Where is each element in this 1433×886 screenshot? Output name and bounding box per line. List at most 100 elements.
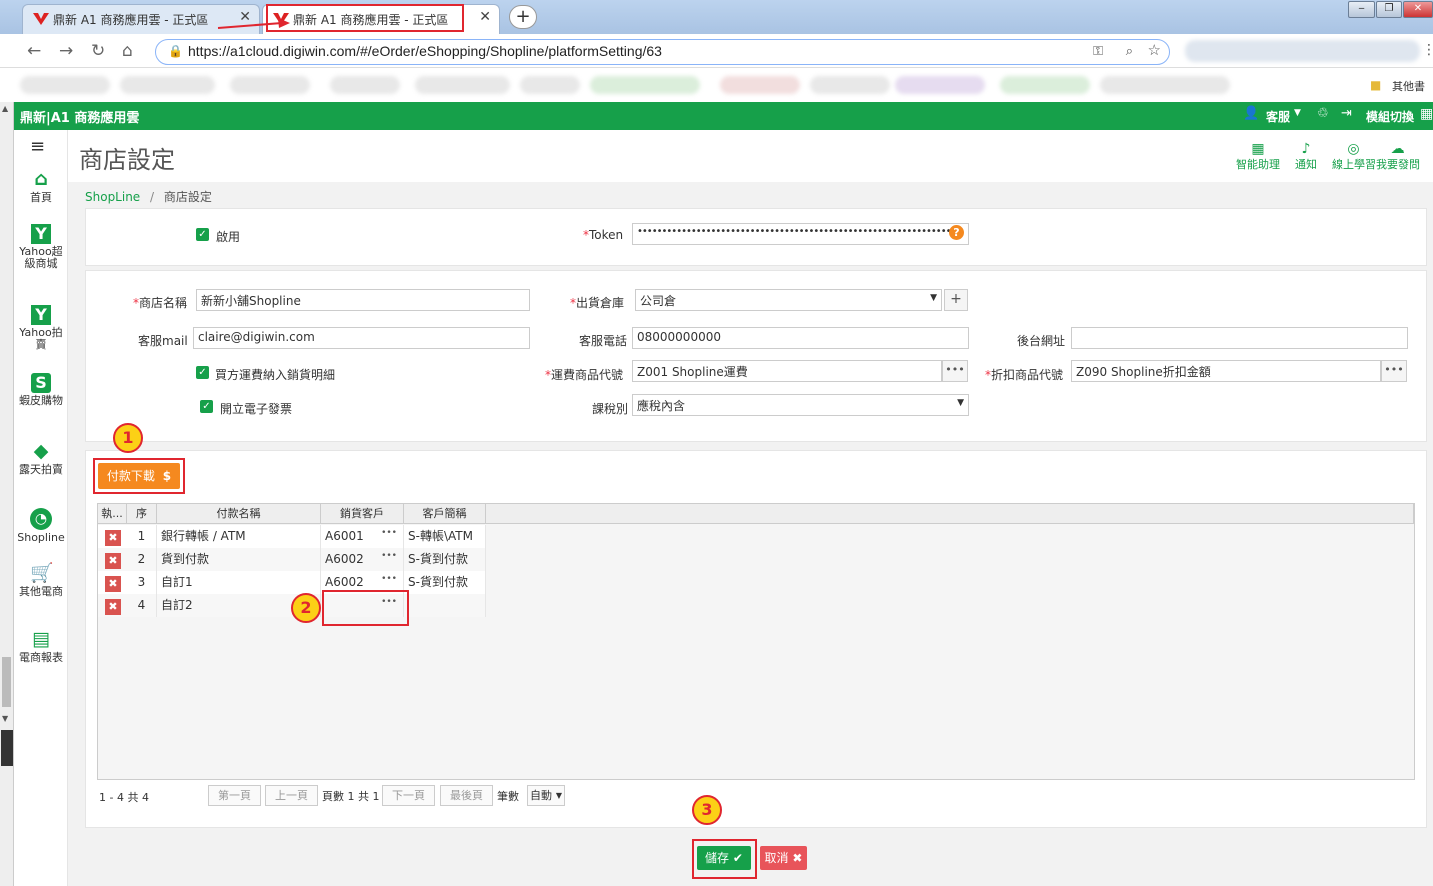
grid-apps-icon[interactable]: ▦ [1420, 106, 1433, 122]
prev-page-button[interactable]: 上一頁 [265, 785, 318, 806]
url-input[interactable]: 🔒 https://a1cloud.digiwin.com/#/eOrder/e… [155, 39, 1170, 65]
table-row[interactable]: ✖ 2 貨到付款 A6002 ••• S-貨到付款 [98, 548, 486, 571]
extension-icons[interactable] [1185, 40, 1420, 62]
lookup-icon[interactable]: ••• [381, 525, 397, 545]
next-page-button[interactable]: 下一頁 [382, 785, 435, 806]
bookmark-item[interactable] [230, 76, 310, 94]
delete-row-icon[interactable]: ✖ [105, 530, 121, 546]
delete-row-icon[interactable]: ✖ [105, 576, 121, 592]
bookmark-item[interactable] [720, 76, 800, 94]
bookmark-item[interactable] [1000, 76, 1090, 94]
cell-customer[interactable]: A6002 ••• [321, 548, 404, 571]
zoom-icon[interactable]: ⌕ [1126, 43, 1133, 59]
col-header-seq[interactable]: 序 [127, 504, 157, 524]
service-phone-input[interactable]: 08000000000 [632, 327, 969, 349]
sidebar-item-home[interactable]: ⌂ 首頁 [14, 168, 68, 204]
table-row[interactable]: ✖ 3 自訂1 A6002 ••• S-貨到付款 [98, 571, 486, 594]
sidebar-item-yahoo-mall[interactable]: Y Yahoo超級商城 [14, 224, 68, 270]
col-header-name[interactable]: 付款名稱 [157, 504, 321, 524]
breadcrumb-root[interactable]: ShopLine [85, 190, 140, 204]
invoice-checkbox[interactable]: ✓ [200, 400, 213, 413]
sidebar-item-other[interactable]: 🛒 其他電商 [14, 562, 68, 598]
bookmark-item[interactable] [120, 76, 215, 94]
bookmark-item[interactable] [20, 76, 110, 94]
sidebar-item-shopline[interactable]: ◔ Shopline [14, 508, 68, 544]
minimize-window-button[interactable]: ‒ [1348, 1, 1375, 18]
sidebar-item-ruten[interactable]: ◆ 露天拍賣 [14, 440, 68, 476]
sidebar-item-shopee[interactable]: S 蝦皮購物 [14, 373, 68, 407]
freight-code-lookup-button[interactable]: ••• [942, 360, 968, 382]
last-page-button[interactable]: 最後頁 [440, 785, 493, 806]
ruten-icon: ◆ [33, 440, 49, 462]
reload-icon[interactable]: ↻ [91, 41, 105, 61]
bookmark-item[interactable] [1100, 76, 1230, 94]
delete-row-icon[interactable]: ✖ [105, 599, 121, 615]
scroll-down-icon[interactable]: ▼ [2, 714, 8, 723]
module-switch[interactable]: 模組切換 [1366, 108, 1414, 125]
learning-button[interactable]: ◎ ☁ 線上學習我要發問 [1332, 142, 1420, 172]
save-button[interactable]: 儲存 ✔ [697, 846, 751, 870]
bookmark-item[interactable] [415, 76, 510, 94]
col-header-customer[interactable]: 銷貨客戶 [321, 504, 404, 524]
bookmark-item[interactable] [520, 76, 580, 94]
page-size-select[interactable]: 自動 ▼ [527, 785, 565, 806]
cell-short [404, 594, 486, 617]
add-warehouse-button[interactable]: + [944, 289, 968, 311]
scroll-thumb[interactable] [2, 657, 11, 707]
close-tab-icon[interactable]: ✕ [479, 9, 491, 25]
lookup-icon[interactable]: ••• [381, 548, 397, 568]
discount-code-lookup-button[interactable]: ••• [1381, 360, 1407, 382]
col-header-short[interactable]: 客戶簡稱 [404, 504, 486, 524]
enable-checkbox[interactable]: ✓ [196, 228, 209, 241]
payment-download-button[interactable]: 付款下載 $ [98, 463, 180, 489]
sidebar-item-report[interactable]: ▤ 電商報表 [14, 628, 68, 664]
home-browser-icon[interactable]: ⌂ [122, 41, 133, 61]
bell-ring-icon[interactable]: ♲ [1317, 106, 1329, 121]
cancel-button[interactable]: 取消 ✖ [760, 846, 807, 870]
service-mail-input[interactable]: claire@digiwin.com [193, 327, 530, 349]
freight-code-input[interactable]: Z001 Shopline運費 [632, 360, 942, 382]
token-input[interactable]: ••••••••••••••••••••••••••••••••••••••••… [632, 223, 969, 245]
logout-icon[interactable]: ⇥ [1341, 106, 1352, 121]
discount-code-input[interactable]: Z090 Shopline折扣金額 [1071, 360, 1381, 382]
cell-customer[interactable]: A6001 ••• [321, 525, 404, 548]
window-scrollbar[interactable]: ▲ ▼ [0, 102, 14, 886]
bookmark-item[interactable] [590, 76, 700, 94]
help-icon[interactable]: ? [949, 225, 964, 240]
bookmark-star-icon[interactable]: ☆ [1148, 41, 1161, 59]
other-bookmarks[interactable]: 其他書 [1392, 78, 1425, 94]
bookmark-item[interactable] [810, 76, 890, 94]
scroll-up-icon[interactable]: ▲ [2, 104, 8, 113]
discount-code-label: *折扣商品代號 [985, 368, 1064, 382]
backend-url-input[interactable] [1071, 327, 1408, 349]
sidebar-item-label: Shopline [17, 531, 65, 544]
table-row[interactable]: ✖ 1 銀行轉帳 / ATM A6001 ••• S-轉帳\ATM [98, 525, 486, 548]
cell-name[interactable]: 銀行轉帳 / ATM [157, 525, 321, 548]
first-page-button[interactable]: 第一頁 [208, 785, 261, 806]
col-header-action[interactable]: 執... [98, 504, 127, 524]
shop-name-input[interactable]: 新新小舖Shopline [196, 289, 530, 311]
back-icon[interactable]: ← [27, 41, 41, 61]
notification-button[interactable]: ♪ 通知 [1295, 142, 1317, 172]
bookmark-item[interactable] [895, 76, 985, 94]
browser-menu-icon[interactable]: ⋮ [1422, 42, 1433, 58]
key-icon[interactable]: ⚿ [1093, 43, 1103, 59]
delete-row-icon[interactable]: ✖ [105, 553, 121, 569]
close-window-button[interactable]: ✕ [1403, 1, 1433, 18]
bookmark-item[interactable] [330, 76, 400, 94]
service-mail-label: 客服mail [138, 334, 188, 348]
app-brand[interactable]: 鼎新|A1 商務應用雲 [20, 107, 139, 126]
lookup-icon[interactable]: ••• [381, 571, 397, 591]
cell-name[interactable]: 自訂1 [157, 571, 321, 594]
tax-select[interactable]: 應稅內含 ▼ [632, 394, 969, 416]
cell-name[interactable]: 貨到付款 [157, 548, 321, 571]
warehouse-select[interactable]: 公司倉 ▼ [635, 289, 942, 311]
maximize-window-button[interactable]: ❐ [1376, 1, 1402, 18]
service-menu[interactable]: 客服 [1266, 108, 1290, 125]
hamburger-menu-icon[interactable]: ≡ [30, 136, 45, 157]
freight-include-checkbox[interactable]: ✓ [196, 366, 209, 379]
sidebar-item-yahoo-auction[interactable]: Y Yahoo拍賣 [14, 305, 68, 351]
new-tab-button[interactable]: + [509, 5, 537, 29]
forward-icon[interactable]: → [59, 41, 73, 61]
assistant-button[interactable]: ▦ 智能助理 [1236, 142, 1280, 172]
